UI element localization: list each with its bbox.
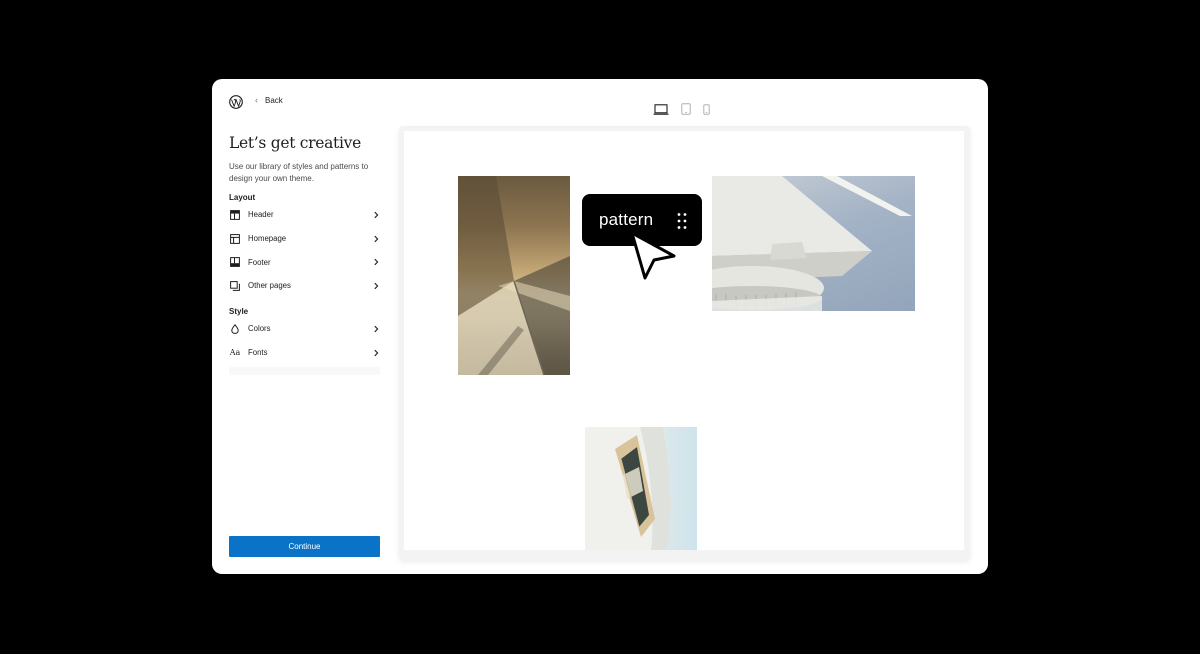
chevron-right-icon bbox=[374, 282, 379, 290]
chevron-right-icon bbox=[374, 325, 379, 333]
style-section-label: Style bbox=[229, 307, 249, 316]
tooltip-label: pattern bbox=[599, 210, 654, 229]
wordpress-logo-icon[interactable] bbox=[229, 95, 243, 109]
menu-item-label: Other pages bbox=[248, 281, 291, 291]
droplet-icon bbox=[229, 323, 241, 335]
architecture-photo-concrete-pillar[interactable] bbox=[458, 176, 570, 375]
style-menu: Colors Aa Fonts bbox=[229, 317, 380, 365]
menu-item-header[interactable]: Header bbox=[229, 203, 380, 227]
chevron-left-icon: ‹ bbox=[255, 95, 258, 105]
pages-icon bbox=[229, 280, 241, 292]
mobile-icon[interactable] bbox=[703, 103, 710, 115]
menu-item-other-pages[interactable]: Other pages bbox=[229, 274, 380, 298]
menu-item-fonts[interactable]: Aa Fonts bbox=[229, 340, 380, 365]
continue-button[interactable]: Continue bbox=[229, 536, 380, 557]
header-icon bbox=[229, 209, 241, 221]
mouse-pointer-icon bbox=[630, 231, 676, 280]
page-title: Let’s get creative bbox=[229, 134, 361, 152]
drag-handle-icon[interactable] bbox=[676, 212, 688, 230]
chevron-right-icon bbox=[374, 235, 379, 242]
menu-item-homepage[interactable]: Homepage bbox=[229, 226, 380, 251]
desktop-icon[interactable] bbox=[653, 103, 669, 115]
layout-menu: Header Homepage Footer Other pages bbox=[229, 203, 380, 298]
layout-section-label: Layout bbox=[229, 193, 256, 202]
menu-item-label: Header bbox=[248, 210, 274, 220]
chevron-right-icon bbox=[374, 349, 379, 356]
tablet-icon[interactable] bbox=[681, 103, 691, 115]
footer-icon bbox=[229, 256, 241, 268]
back-label: Back bbox=[265, 96, 283, 105]
chevron-right-icon bbox=[374, 211, 379, 219]
menu-bottom-shade bbox=[229, 367, 380, 375]
menu-item-label: Fonts bbox=[248, 348, 268, 358]
architecture-photo-white-building[interactable] bbox=[712, 176, 915, 311]
menu-item-footer[interactable]: Footer bbox=[229, 250, 380, 275]
device-preview-toggle bbox=[653, 103, 710, 115]
homepage-icon bbox=[229, 233, 241, 245]
menu-item-colors[interactable]: Colors bbox=[229, 317, 380, 341]
back-button[interactable]: ‹ Back bbox=[255, 95, 283, 106]
menu-item-label: Footer bbox=[248, 257, 271, 267]
sidebar: ‹ Back Let’s get creative Use our librar… bbox=[212, 79, 397, 574]
architecture-photo-tower-window[interactable] bbox=[585, 427, 697, 550]
menu-item-label: Homepage bbox=[248, 234, 287, 244]
site-editor-window: ‹ Back Let’s get creative Use our librar… bbox=[212, 79, 988, 574]
chevron-right-icon bbox=[374, 259, 379, 266]
page-description: Use our library of styles and patterns t… bbox=[229, 162, 369, 183]
menu-item-label: Colors bbox=[248, 324, 271, 334]
preview-canvas[interactable]: pattern bbox=[404, 131, 964, 550]
fonts-icon: Aa bbox=[229, 348, 241, 358]
